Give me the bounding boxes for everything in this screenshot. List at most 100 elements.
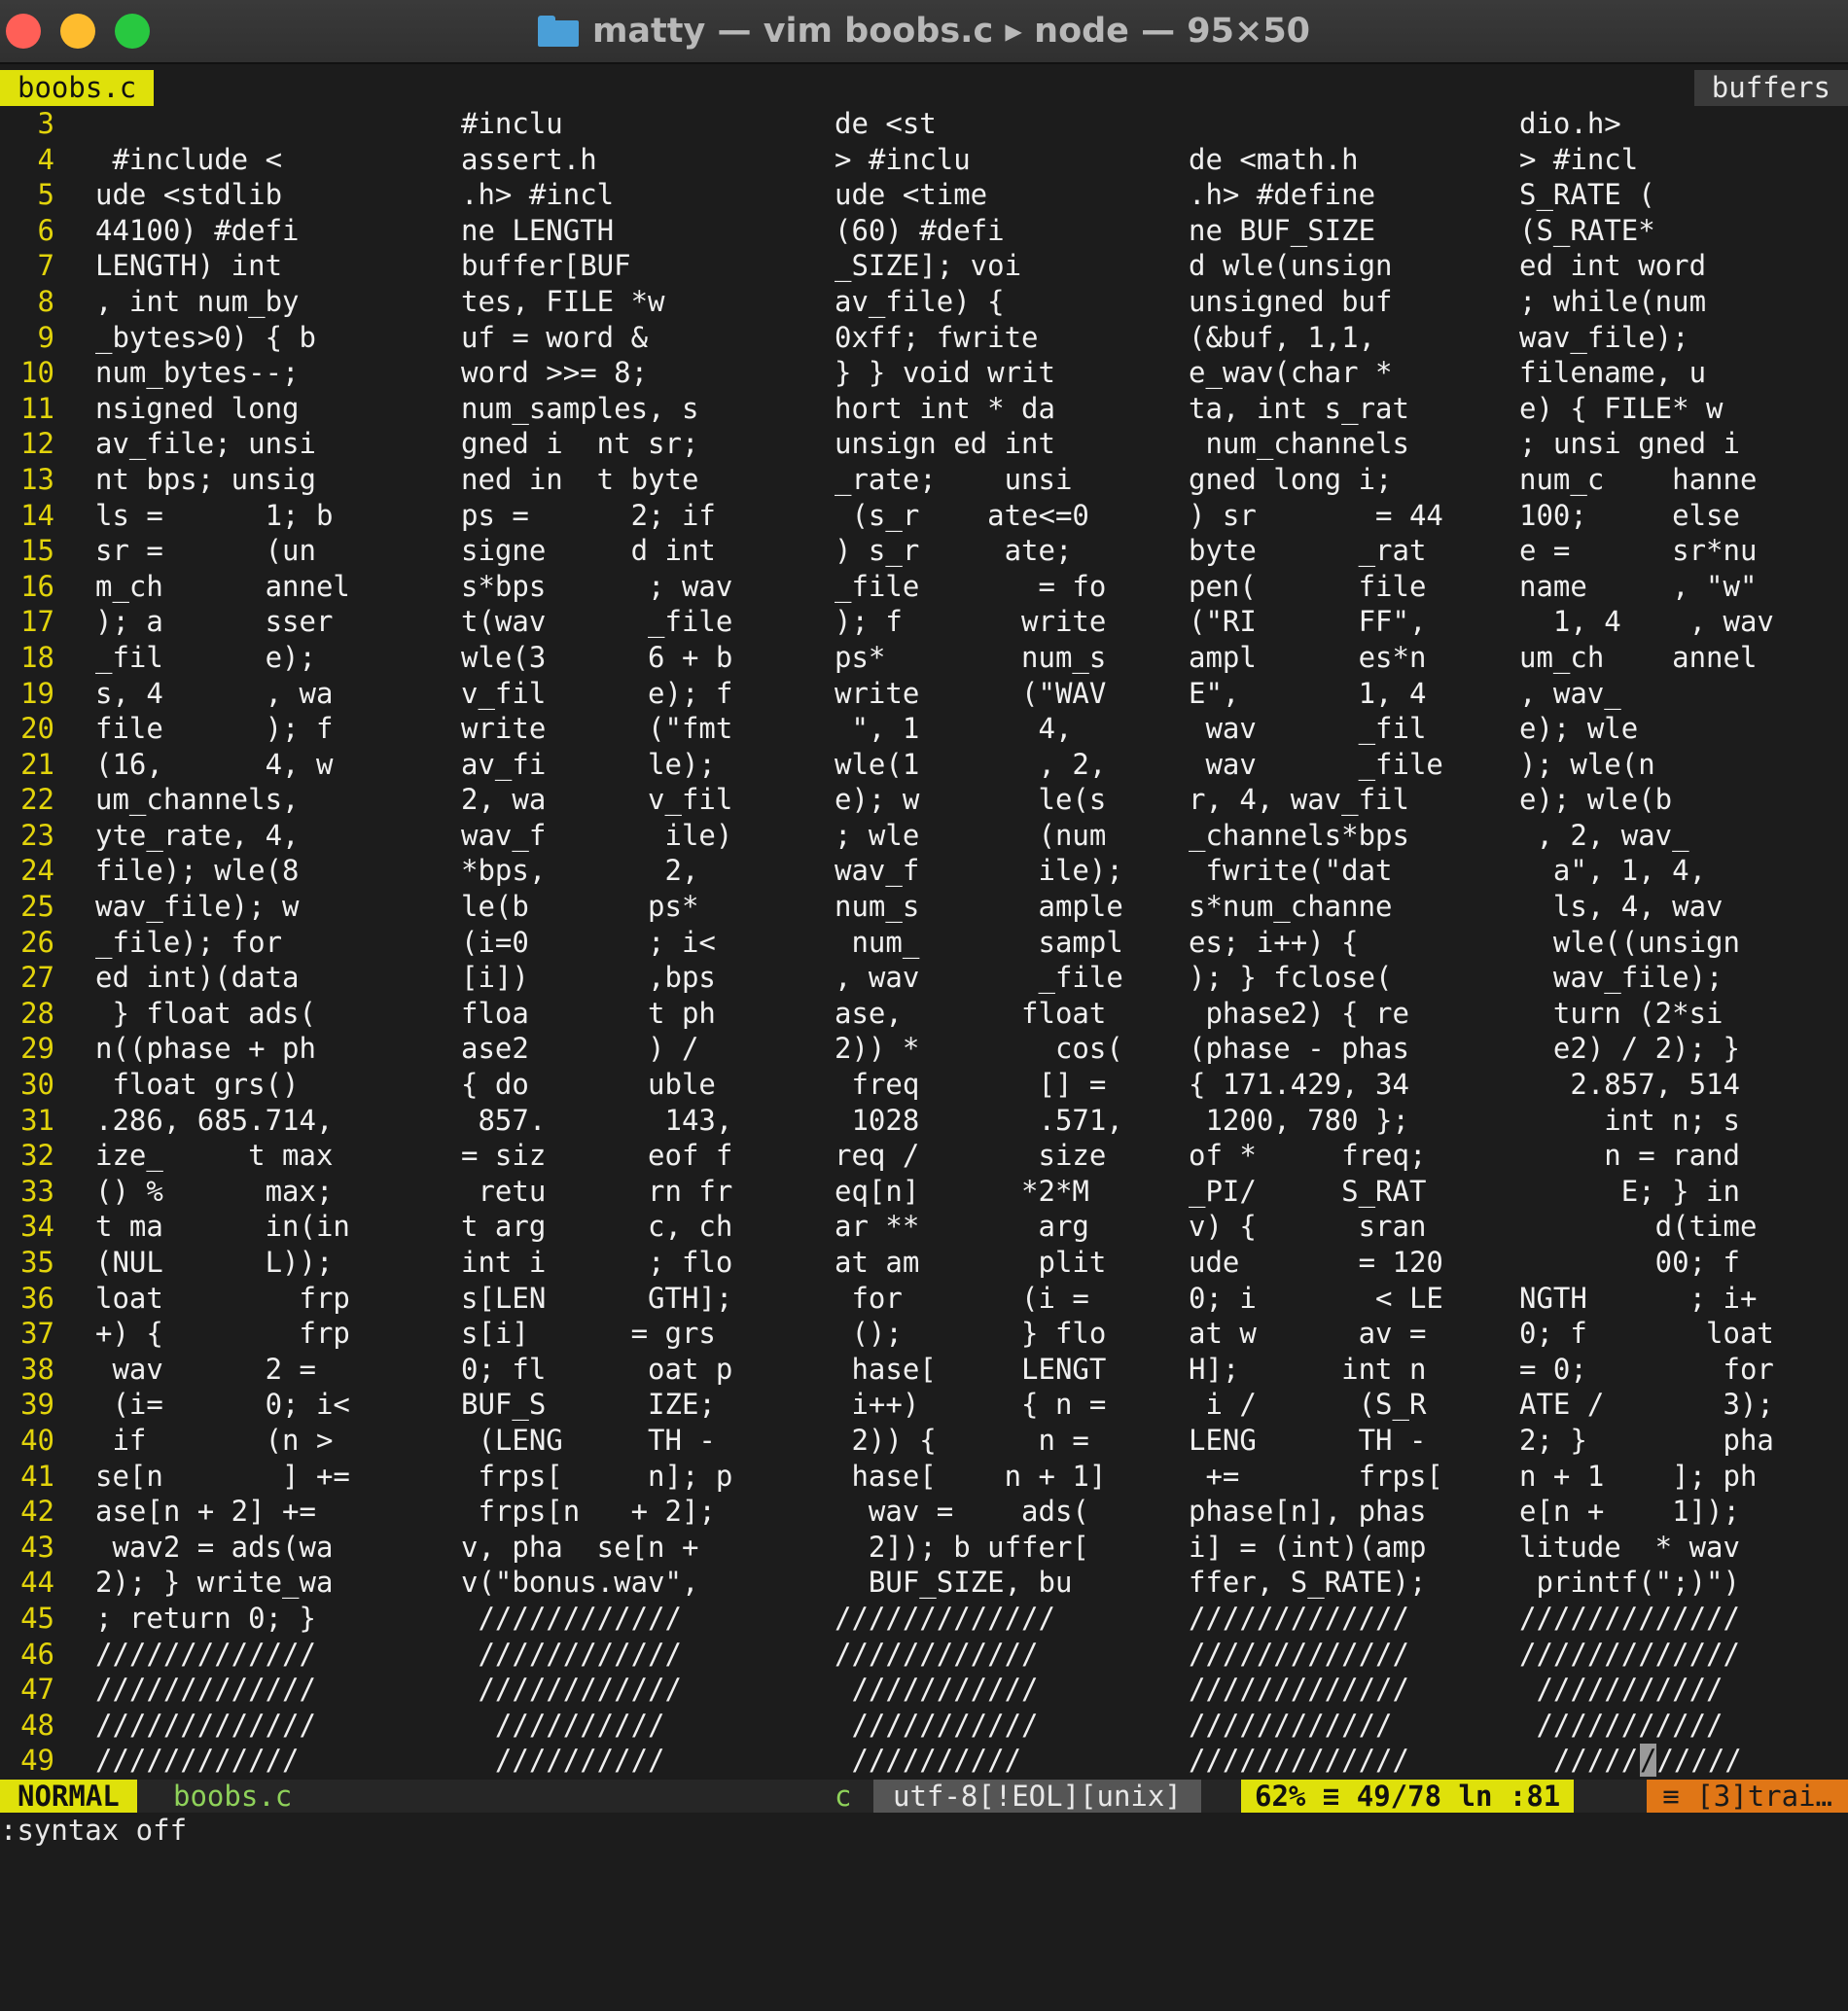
code-fragment: //////////: [461, 1708, 665, 1742]
code-line[interactable]: 19 s, 4 , wa v_fil e); f write ("WAV E", 1, …: [0, 676, 1848, 712]
code-fragment: 2; } pha: [1519, 1423, 1774, 1457]
code-line[interactable]: 16 m_ch annel s*bps ; wav _file = fo pen( fi…: [0, 569, 1848, 605]
tab-boobs-c[interactable]: boobs.c: [0, 70, 155, 106]
line-number: 35: [20, 1246, 54, 1279]
code-fragment: //////////: [835, 1744, 1022, 1778]
code-line[interactable]: 48///////////// ////////// /////////////…: [0, 1708, 1848, 1744]
code-fragment: /////////////: [1189, 1601, 1409, 1635]
code-fragment: 0; f loat: [1519, 1317, 1774, 1351]
code-fragment: 44100) #defi: [95, 213, 300, 247]
line-number: 44: [20, 1566, 54, 1600]
code-line[interactable]: 4 #include < assert.h > #inclu de <math.h > …: [0, 142, 1848, 178]
line-number: 16: [20, 569, 54, 603]
code-fragment: ", 1 4,: [835, 712, 1073, 746]
code-line[interactable]: 25 wav_file); w le(b ps* num_s ample s*num_c…: [0, 889, 1848, 925]
code-line[interactable]: 30 float grs() { do uble freq [] = { 171.4…: [0, 1067, 1848, 1103]
code-line[interactable]: 8 , int num_by tes, FILE *w av_file) {unsig…: [0, 284, 1848, 320]
code-line[interactable]: 7 LENGTH) int buffer[BUF _SIZE]; voi d wle(u…: [0, 248, 1848, 284]
code-line[interactable]: 32 ize_ t max = siz eof f req / size of * fr…: [0, 1138, 1848, 1174]
code-line[interactable]: 41 se[n ] += frps[ n]; p hase[ n + 1] += …: [0, 1459, 1848, 1495]
line-number: 4: [37, 142, 54, 176]
code-fragment: ); wle(n: [1519, 747, 1655, 781]
code-fragment: //////////: [461, 1744, 665, 1778]
code-line[interactable]: 20 file ); f write ("fmt ", 1 4, wav _fil e…: [0, 711, 1848, 747]
code-fragment: ////////////: [461, 1637, 682, 1671]
code-line[interactable]: 13 nt bps; unsig ned in t byte _rate; unsi g…: [0, 462, 1848, 498]
code-line[interactable]: 11 nsigned long num_samples, s hort int * d…: [0, 391, 1848, 427]
code-fragment: ///////////: [1519, 1708, 1724, 1742]
code-fragment: ; while(num: [1519, 284, 1707, 318]
code-fragment: } } void writ: [835, 356, 1055, 390]
code-line[interactable]: 34 t ma in(in t arg c, ch ar ** arg v) { sra…: [0, 1209, 1848, 1245]
code-line[interactable]: 45; return 0; } ////////////////////////…: [0, 1601, 1848, 1637]
line-number: 10: [20, 356, 54, 390]
line-number: 17: [20, 605, 54, 639]
code-fragment: dio.h>: [1519, 107, 1621, 140]
code-line[interactable]: 14 ls = 1; b ps = 2; if (s_r ate<=0) sr = …: [0, 498, 1848, 534]
line-number: 38: [20, 1352, 54, 1386]
code-fragment: file ); f: [95, 712, 334, 746]
code-line[interactable]: 37 +) { frp s[i] = grs (); } flo at w av = 0…: [0, 1316, 1848, 1352]
command-line[interactable]: :syntax off: [0, 1813, 1848, 1848]
code-line[interactable]: 5 ude <stdlib .h> #incl ude <time .h> #defin…: [0, 177, 1848, 213]
code-line[interactable]: 24 file); wle(8 *bps, 2, wav_f ile); fwrite…: [0, 853, 1848, 889]
code-fragment: frps[ n]; p: [461, 1459, 733, 1493]
code-fragment: i] = (int)(amp: [1189, 1530, 1427, 1564]
code-line[interactable]: 15 sr = (un signe d int) s_r ate; byte _rat…: [0, 533, 1848, 569]
code-fragment: t arg c, ch: [461, 1210, 733, 1244]
code-line[interactable]: 10 num_bytes--; word >>= 8;} } void writ e_…: [0, 355, 1848, 391]
code-line[interactable]: 38 wav 2 = 0; fl oat p hase[ LENGT H]; int…: [0, 1352, 1848, 1388]
code-line[interactable]: 36 loat frp s[LEN GTH]; for (i = 0; i < LE N…: [0, 1281, 1848, 1317]
code-line[interactable]: 21 (16, 4, w av_fi le); wle(1 , 2, wav _fil…: [0, 747, 1848, 783]
code-fragment: *bps, 2,: [461, 854, 699, 888]
code-line[interactable]: 18 _fil e); wle(3 6 + b ps* num_s ampl es*n u…: [0, 640, 1848, 676]
code-line[interactable]: 40 if (n > (LENG TH - 2)) { n = LENG TH -…: [0, 1423, 1848, 1459]
code-fragment: ////////////: [1189, 1708, 1393, 1742]
code-line[interactable]: 43 wav2 = ads(wa v, pha se[n + 2]); b uff…: [0, 1530, 1848, 1566]
code-line[interactable]: 49//////////// ////////// //////////////…: [0, 1743, 1848, 1779]
buffers-label: buffers: [1693, 70, 1848, 106]
line-number: 43: [20, 1530, 54, 1564]
code-line[interactable]: 12 av_file; unsi gned i nt sr; unsign ed in…: [0, 426, 1848, 462]
code-fragment: floa t ph: [461, 996, 716, 1030]
code-line[interactable]: 3 #inclu de <st dio.h>: [0, 106, 1848, 142]
code-line[interactable]: 39 (i= 0; i< BUF_S IZE; i++) { n = i / (S…: [0, 1387, 1848, 1423]
line-number: 5: [37, 178, 54, 212]
code-fragment: e = sr*nu: [1519, 534, 1758, 568]
code-line[interactable]: 9 _bytes>0) { b uf = word & 0xff; fwrite (&b…: [0, 320, 1848, 356]
code-fragment: s*bps ; wav: [461, 569, 733, 603]
code-line[interactable]: 23 yte_rate, 4, wav_f ile) ; wle (num _chann…: [0, 818, 1848, 854]
code-fragment: a", 1, 4,: [1519, 854, 1707, 888]
code-line[interactable]: 27 ed int)(data [i]) ,bps , wav _file); } f…: [0, 960, 1848, 996]
code-line[interactable]: 42 ase[n + 2] += frps[n + 2]; wav = ads(p…: [0, 1494, 1848, 1530]
code-line[interactable]: 28 } float ads(floa t ph ase, float phase…: [0, 996, 1848, 1032]
code-fragment: 2.857, 514: [1519, 1068, 1740, 1102]
code-line[interactable]: 22 um_channels, 2, wa v_fil e); w le(s r, 4,…: [0, 782, 1848, 818]
code-fragment: ////////////: [461, 1601, 682, 1635]
code-line[interactable]: 26 _file); for (i=0 ; i< num_ sampl es; i++…: [0, 925, 1848, 961]
code-fragment: sr = (un: [95, 534, 316, 568]
code-fragment: wle((unsign: [1519, 925, 1740, 959]
code-fragment: ///////////: [835, 1708, 1039, 1742]
code-fragment: yte_rate, 4,: [95, 818, 300, 852]
code-fragment: > #incl: [1519, 142, 1639, 176]
code-line[interactable]: 6 44100) #defi ne LENGTH (60) #defi ne BUF_S…: [0, 213, 1848, 249]
code-line[interactable]: 33 () % max; retu rn fr eq[n] *2*M _PI/ S_R…: [0, 1174, 1848, 1210]
code-line[interactable]: 44 2); } write_wa v("bonus.wav", BUF_SIZE,…: [0, 1565, 1848, 1601]
code-line[interactable]: 46///////////// ////////////////////////…: [0, 1637, 1848, 1673]
code-fragment: ////////////: [461, 1673, 682, 1707]
line-number: 22: [20, 783, 54, 817]
code-line[interactable]: 29 n((phase + ph ase2 ) / 2)) * cos((phase …: [0, 1031, 1848, 1067]
code-line[interactable]: 47 ///////////// //////////// ///////////…: [0, 1672, 1848, 1708]
code-fragment: ed int word: [1519, 249, 1707, 283]
code-line[interactable]: 31 .286, 685.714, 857. 143, 1028 .571, 12…: [0, 1103, 1848, 1139]
code-fragment: > #inclu: [835, 142, 971, 176]
editor-buffer[interactable]: 3 #inclu de <st dio.h> 4 #include < assert.h >…: [0, 106, 1848, 1779]
code-line[interactable]: 35 (NUL L)); int i ; flo at am plit ude = 12…: [0, 1245, 1848, 1281]
code-fragment: num_c hanne: [1519, 462, 1758, 496]
code-line[interactable]: 17); a sser t(wav _file); f write ("RI FF"…: [0, 604, 1848, 640]
code-fragment: wav = ads(: [835, 1495, 1089, 1529]
code-fragment: (); } flo: [835, 1317, 1107, 1351]
code-fragment: at w av =: [1189, 1317, 1427, 1351]
code-fragment: assert.h: [461, 142, 597, 176]
